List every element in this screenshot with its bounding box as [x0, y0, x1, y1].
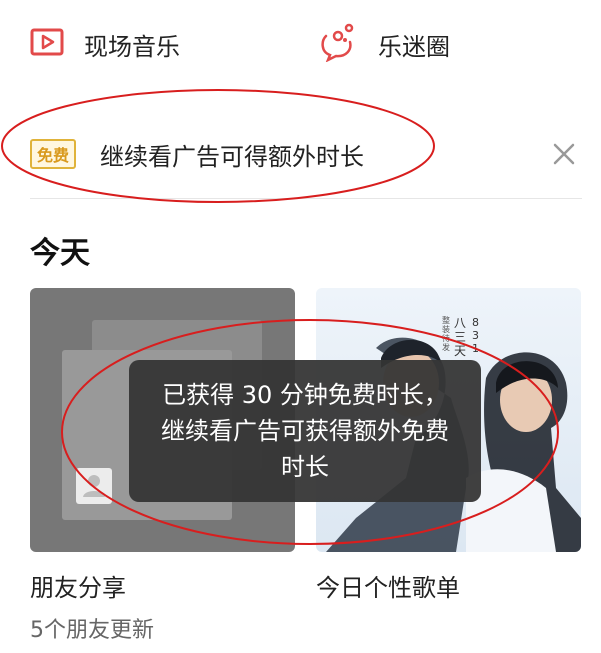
chat-bubble-icon	[318, 22, 358, 66]
nav-live-music[interactable]: 现场音乐	[30, 22, 180, 66]
nav-fan-circle[interactable]: 乐迷圈	[318, 22, 450, 66]
ad-promo-bar[interactable]: 免费 继续看广告可得额外时长	[30, 128, 582, 180]
reward-toast-text: 已获得 30 分钟免费时长，继续看广告可获得额外免费时长	[161, 381, 449, 481]
cover-text-vertical: 八三天	[454, 316, 467, 358]
card-friend-shares-subtitle: 5个朋友更新	[30, 618, 154, 643]
divider	[30, 198, 582, 199]
nav-live-music-label: 现场音乐	[84, 32, 180, 61]
card-friend-shares-title: 朋友分享	[30, 574, 126, 602]
nav-fan-circle-label: 乐迷圈	[378, 32, 450, 61]
cover-text-numbers: 831	[472, 316, 479, 355]
play-video-icon	[30, 28, 64, 60]
card-daily-playlist-title: 今日个性歌单	[316, 574, 460, 602]
close-icon[interactable]	[546, 136, 582, 172]
reward-toast: 已获得 30 分钟免费时长，继续看广告可获得额外免费时长	[129, 360, 481, 502]
cover-text-small: 整装待发	[442, 316, 450, 352]
free-badge: 免费	[30, 139, 76, 169]
avatar-placeholder-icon	[76, 468, 112, 504]
section-title-today: 今天	[30, 236, 90, 271]
promo-text: 继续看广告可得额外时长	[100, 142, 364, 171]
